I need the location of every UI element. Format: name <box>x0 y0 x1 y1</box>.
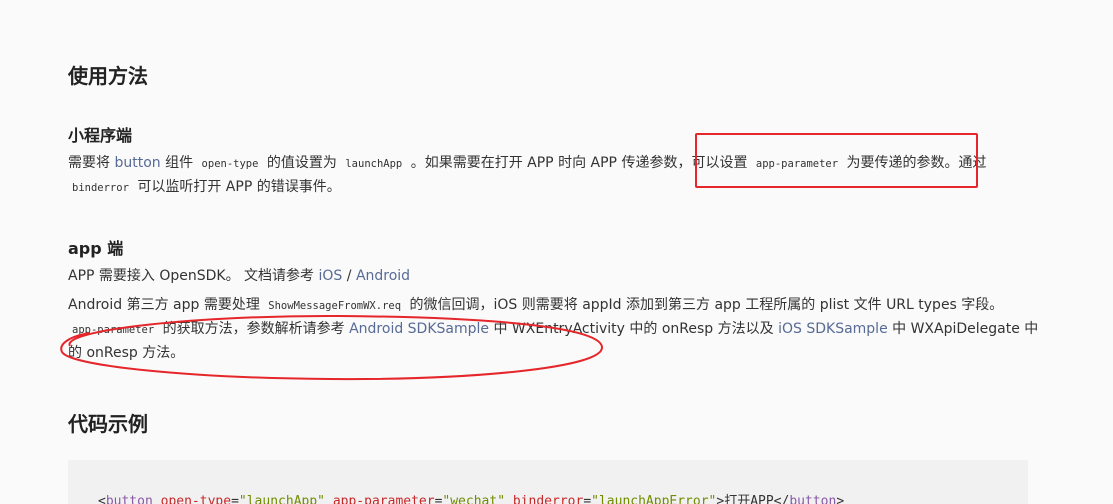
code-string: "launchAppError" <box>591 494 717 504</box>
inline-code-app-parameter-2: app-parameter <box>72 324 155 336</box>
section-title-usage: 使用方法 <box>68 64 148 88</box>
code-token: > <box>836 494 845 504</box>
code-token: = <box>231 494 239 504</box>
android-sdksample-link[interactable]: Android SDKSample <box>349 321 489 337</box>
text: APP 需要接入 OpenSDK。 文档请参考 <box>68 268 319 284</box>
button-component-link[interactable]: button <box>114 155 160 171</box>
code-tag: button <box>789 494 837 504</box>
ios-sdksample-link[interactable]: iOS SDKSample <box>778 321 888 337</box>
text: 中 WXEntryActivity 中的 onResp 方法以及 <box>489 321 779 337</box>
section-title-code-example: 代码示例 <box>68 412 148 436</box>
app-paragraph-3: app-parameter 的获取方法，参数解析请参考 Android SDKS… <box>68 317 1038 342</box>
code-token: = <box>583 494 592 504</box>
text: 的值设置为 <box>262 155 342 171</box>
code-line: <button open-type="launchApp" app-parame… <box>98 490 844 504</box>
inline-code-showmessage: ShowMessageFromWX.req <box>268 300 402 312</box>
code-tag: button <box>105 494 153 504</box>
code-attr: app-parameter <box>332 494 435 504</box>
inline-code-binderror: binderror <box>72 182 129 194</box>
inline-code-launchapp: launchApp <box>345 158 403 170</box>
code-attr: binderror <box>512 494 584 504</box>
code-token: < <box>98 494 106 504</box>
text: 的微信回调，iOS 则需要将 appId 添加到第三方 app 工程所属的 pl… <box>405 297 1004 313</box>
android-link[interactable]: Android <box>356 268 410 284</box>
text: 需要将 <box>68 155 115 171</box>
text: 可以监听打开 APP 的错误事件。 <box>132 179 341 195</box>
app-paragraph-2: Android 第三方 app 需要处理 ShowMessageFromWX.r… <box>68 293 1028 318</box>
text: 中 WXApiDelegate 中 <box>887 321 1039 337</box>
subsection-title-app: app 端 <box>68 239 124 258</box>
ios-link[interactable]: iOS <box>319 268 343 284</box>
code-attr: open-type <box>160 494 232 504</box>
code-block: <button open-type="launchApp" app-parame… <box>68 460 1028 504</box>
code-string: "wechat" <box>442 494 506 504</box>
text: Android 第三方 app 需要处理 <box>68 297 265 313</box>
app-paragraph-4: 的 onResp 方法。 <box>68 341 1028 365</box>
text: 的 onResp 方法。 <box>68 345 185 361</box>
text: 组件 <box>160 155 198 171</box>
code-string: "launchApp" <box>238 494 325 504</box>
code-token: >打开APP</ <box>716 494 790 504</box>
annotation-ellipse <box>60 314 604 381</box>
app-paragraph-1: APP 需要接入 OpenSDK。 文档请参考 iOS / Android <box>68 264 1028 288</box>
subsection-title-miniprogram: 小程序端 <box>68 126 133 145</box>
text: 的获取方法，参数解析请参考 <box>158 321 350 337</box>
separator: / <box>342 268 356 284</box>
annotation-rectangle <box>695 133 978 188</box>
inline-code-open-type: open-type <box>201 158 259 170</box>
